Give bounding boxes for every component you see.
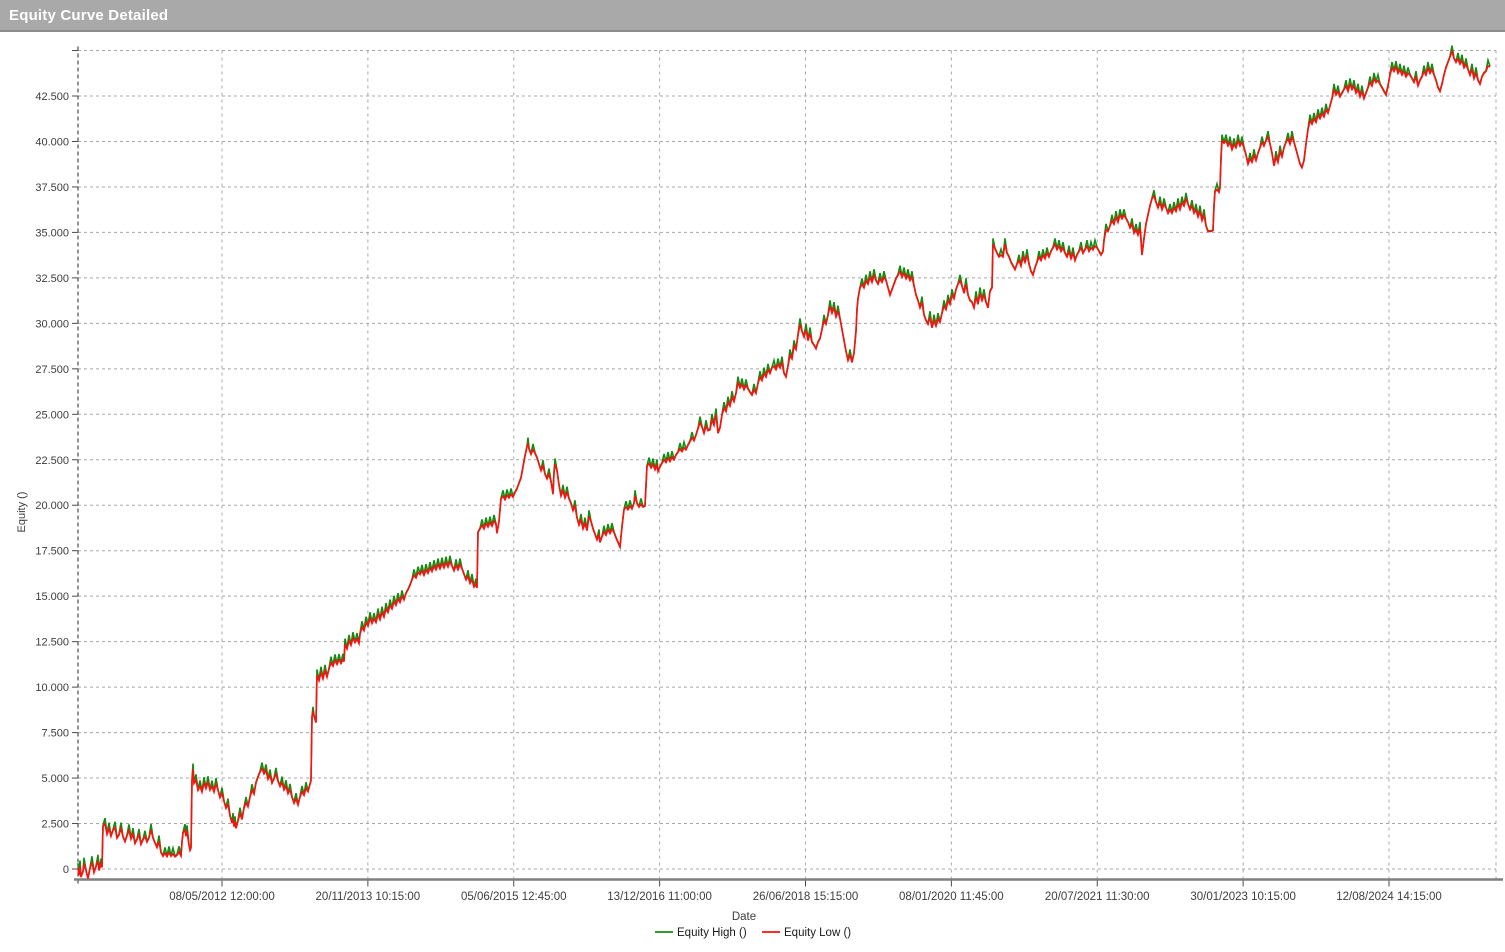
- y-tick-label: 32.500: [35, 273, 69, 285]
- x-tick-label: 20/11/2013 10:15:00: [316, 891, 421, 903]
- equity-chart: 0 2.500 5.000 7.500 10.000 12.500 15.000 17.500…: [0, 32, 1505, 947]
- y-tick-label: 22.500: [35, 455, 69, 467]
- y-axis-title: Equity (): [16, 492, 28, 533]
- y-tick-label: 30.000: [35, 318, 69, 330]
- x-tick-label: 12/08/2024 14:15:00: [1336, 891, 1442, 903]
- x-tick-label: 30/01/2023 10:15:00: [1190, 891, 1296, 903]
- plot-area[interactable]: [78, 51, 1496, 880]
- x-tick-label: 13/12/2016 11:00:00: [607, 891, 712, 903]
- legend-item-equity-high: Equity High (): [655, 927, 747, 939]
- y-tick-label: 40.000: [35, 136, 69, 148]
- equity-curve-window: Equity Curve Detailed 0 2.500 5.000 7.500 10…: [0, 0, 1505, 949]
- y-tick-label: 35.000: [35, 227, 69, 239]
- y-tick-label: 5.000: [41, 773, 69, 785]
- x-tick-label: 20/07/2021 11:30:00: [1045, 891, 1150, 903]
- y-tick-label: 7.500: [41, 728, 69, 740]
- chart-area: 0 2.500 5.000 7.500 10.000 12.500 15.000 17.500…: [0, 32, 1505, 947]
- chart-legend: Equity High () Equity Low (): [655, 927, 851, 939]
- y-tick-label: 37.500: [35, 182, 69, 194]
- y-tick-label: 12.500: [35, 637, 69, 649]
- y-tick-label: 10.000: [35, 682, 69, 694]
- x-axis-title: Date: [732, 911, 756, 923]
- legend-label: Equity High (): [677, 927, 747, 939]
- y-tick-label: 42.500: [35, 91, 69, 103]
- x-tick-label: 08/05/2012 12:00:00: [169, 891, 275, 903]
- y-tick-label: 20.000: [35, 500, 69, 512]
- y-tick-label: 0: [63, 864, 69, 876]
- legend-label: Equity Low (): [784, 927, 851, 939]
- x-tick-label: 26/06/2018 15:15:00: [753, 891, 859, 903]
- y-tick-label: 25.000: [35, 409, 69, 421]
- x-tick-label: 08/01/2020 11:45:00: [899, 891, 1004, 903]
- window-title-bar[interactable]: Equity Curve Detailed: [0, 0, 1505, 32]
- window-title: Equity Curve Detailed: [0, 7, 168, 24]
- y-tick-label: 17.500: [35, 546, 69, 558]
- y-tick-label: 2.500: [41, 819, 69, 831]
- y-tick-label: 15.000: [35, 591, 69, 603]
- x-tick-label: 05/06/2015 12:45:00: [461, 891, 567, 903]
- legend-item-equity-low: Equity Low (): [762, 927, 851, 939]
- y-tick-label: 27.500: [35, 364, 69, 376]
